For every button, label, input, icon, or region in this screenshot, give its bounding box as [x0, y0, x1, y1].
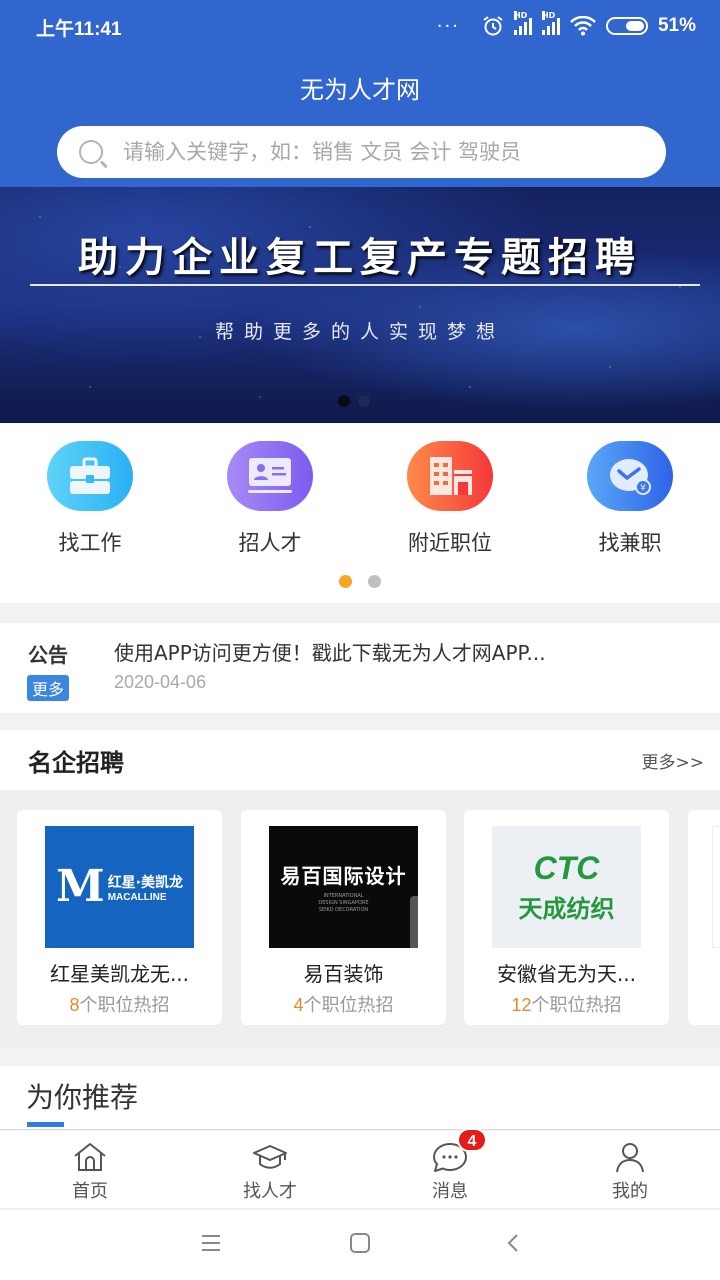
company-card[interactable]: 易百国际设计 INTERNATIONAL DESIGN SINGAPORE SE…	[241, 810, 446, 1025]
search-icon	[79, 140, 103, 164]
banner-pagination	[338, 395, 370, 407]
recommend-tab[interactable]: 为你推荐	[26, 1076, 138, 1116]
notice-date: 2020-04-06	[114, 672, 207, 692]
status-icons: ··· HD HD 51%	[436, 11, 696, 40]
home-square-icon[interactable]	[349, 1232, 371, 1254]
quick-nav-pagination	[339, 575, 381, 588]
user-icon	[616, 1143, 644, 1173]
company-jobs: 12个职位热招	[464, 991, 669, 1017]
jobs-suffix: 个职位热招	[531, 995, 622, 1016]
bottom-tab-bar: 首页 找人才 4 消息 我的	[0, 1128, 720, 1209]
quick-nav-label: 找工作	[58, 531, 122, 555]
quick-nav-label: 找兼职	[598, 531, 662, 555]
logo-mark: CTC	[533, 850, 600, 886]
company-card[interactable]: M 红星·美凯龙 MACALLINE 红星美凯龙无... 8个职位热招	[17, 810, 222, 1025]
search-bar[interactable]	[57, 126, 666, 178]
banner-dot-active[interactable]	[338, 395, 350, 407]
company-card[interactable]: CTC 天成纺织 安徽省无为天... 12个职位热招	[464, 810, 669, 1025]
clock-money-icon: ¥	[587, 441, 673, 511]
quick-nav-dot[interactable]	[368, 575, 381, 588]
notice-label: 公告	[28, 643, 68, 667]
id-card-icon	[227, 441, 313, 511]
system-navigation-bar	[0, 1210, 720, 1280]
tab-label: 首页	[72, 1181, 108, 1202]
jobs-count: 12	[511, 995, 532, 1015]
banner-dot[interactable]	[358, 395, 370, 407]
status-time: 上午11:41	[36, 19, 122, 40]
tab-label: 消息	[432, 1181, 468, 1202]
company-name: 安徽省无为天...	[496, 962, 637, 986]
tab-messages[interactable]: 4 消息	[360, 1128, 540, 1208]
notice-text[interactable]: 使用APP访问更方便！戳此下载无为人才网APP...	[114, 637, 546, 666]
logo-figure	[410, 896, 418, 948]
quick-nav: 找工作 招人才 附近职位 ¥ 找兼职	[0, 423, 720, 603]
quick-nav-recruit[interactable]: 招人才	[180, 441, 360, 557]
logo-cn: 红星·美凯龙	[107, 874, 184, 891]
briefcase-icon	[47, 441, 133, 511]
recommend-tab-indicator	[27, 1122, 64, 1127]
search-input[interactable]	[123, 140, 623, 164]
quick-nav-dot-active[interactable]	[339, 575, 352, 588]
alarm-icon	[483, 16, 503, 36]
famous-companies-header: 名企招聘 更多>>	[0, 730, 720, 790]
menu-icon[interactable]	[200, 1232, 222, 1254]
banner-title: 助力企业复工复产专题招聘	[78, 235, 642, 281]
quick-nav-find-job[interactable]: 找工作	[0, 441, 180, 557]
home-icon	[74, 1143, 106, 1171]
tab-home[interactable]: 首页	[0, 1131, 180, 1208]
company-logo: CTC 天成纺织	[492, 826, 641, 948]
svg-text:¥: ¥	[640, 484, 646, 494]
signal-hd-icon: HD	[513, 11, 532, 35]
more-notifications-icon: ···	[436, 15, 460, 37]
company-logo: 易百国际设计 INTERNATIONAL DESIGN SINGAPORE SE…	[269, 826, 418, 948]
app-title: 无为人才网	[300, 76, 420, 104]
notice-bar[interactable]: 公告 更多 使用APP访问更方便！戳此下载无为人才网APP... 2020-04…	[0, 623, 720, 713]
banner-subtitle: 帮助更多的人实现梦想	[214, 321, 505, 343]
wifi-icon	[570, 16, 596, 36]
jobs-suffix: 个职位热招	[79, 995, 170, 1016]
quick-nav-label: 招人才	[238, 531, 302, 555]
signal-hd-icon: HD	[541, 11, 560, 35]
company-card-partial[interactable]	[688, 810, 720, 1025]
logo-cn: 天成纺织	[518, 895, 615, 923]
logo-mark: M	[55, 861, 105, 912]
quick-nav-nearby-jobs[interactable]: 附近职位	[360, 441, 540, 557]
banner-divider	[30, 284, 700, 286]
promo-banner[interactable]: 助力企业复工复产专题招聘 帮助更多的人实现梦想	[0, 187, 720, 423]
notice-more-button[interactable]: 更多	[27, 675, 70, 701]
tab-profile[interactable]: 我的	[540, 1131, 720, 1208]
building-icon	[407, 441, 493, 511]
recommend-section: 为你推荐	[0, 1066, 720, 1130]
back-icon[interactable]	[502, 1232, 524, 1254]
app-header: 上午11:41 ··· HD HD 51% 无为人才网	[0, 0, 720, 187]
logo-cn: 易百国际设计	[280, 864, 407, 888]
famous-more-link[interactable]: 更多>>	[642, 748, 705, 773]
graduation-cap-icon	[253, 1145, 287, 1169]
unread-badge: 4	[457, 1128, 487, 1152]
company-logo: M 红星·美凯龙 MACALLINE	[45, 826, 194, 948]
tab-label: 找人才	[243, 1181, 297, 1202]
logo-en: MACALLINE	[107, 891, 167, 903]
jobs-count: 8	[69, 995, 80, 1015]
quick-nav-part-time[interactable]: ¥ 找兼职	[540, 441, 720, 557]
company-jobs: 8个职位热招	[17, 991, 222, 1017]
company-logo	[712, 826, 720, 948]
company-name: 红星美凯龙无...	[49, 962, 190, 986]
battery-percent: 51%	[657, 15, 696, 36]
company-name: 易百装饰	[303, 962, 384, 986]
logo-en: INTERNATIONAL DESIGN SINGAPORE SEIKO DEC…	[318, 893, 369, 913]
tab-find-talent[interactable]: 找人才	[180, 1131, 360, 1208]
quick-nav-label: 附近职位	[408, 531, 492, 555]
status-bar: 上午11:41 ··· HD HD 51%	[0, 0, 720, 52]
tab-label: 我的	[612, 1181, 648, 1202]
company-jobs: 4个职位热招	[241, 991, 446, 1017]
banner-starfield	[0, 187, 720, 423]
battery-icon	[605, 17, 648, 35]
jobs-suffix: 个职位热招	[303, 995, 394, 1016]
section-title: 名企招聘	[28, 749, 124, 777]
company-carousel[interactable]: M 红星·美凯龙 MACALLINE 红星美凯龙无... 8个职位热招 易百国际…	[0, 790, 720, 1048]
jobs-count: 4	[293, 995, 304, 1015]
